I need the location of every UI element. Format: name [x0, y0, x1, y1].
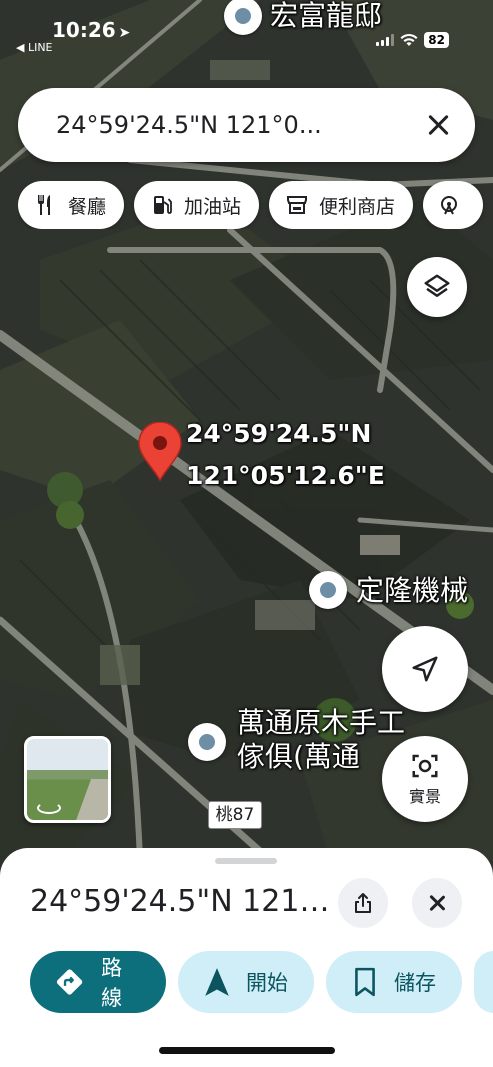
thumbnail-road — [72, 779, 108, 820]
place-label-line: 萬通原木手工 — [237, 706, 406, 739]
share-icon — [355, 893, 371, 913]
place-bottom-sheet[interactable]: 24°59'24.5"N 121°... 路線 開始 儲存 — [0, 848, 493, 1067]
chip-label: 餐廳 — [68, 195, 107, 218]
wifi-icon — [400, 33, 418, 46]
360-rotate-icon — [37, 802, 61, 814]
save-label: 儲存 — [394, 971, 436, 995]
map-layers-button[interactable] — [407, 257, 467, 317]
navigation-arrow-outline-icon — [412, 656, 438, 682]
status-time: 10:26 ➤ — [52, 18, 130, 42]
close-icon — [427, 893, 447, 913]
sheet-drag-handle[interactable] — [215, 858, 277, 864]
pin-coordinates-label: 24°59'24.5"N 121°05'12.6"E — [186, 413, 385, 497]
place-label[interactable]: 萬通原木手工 傢俱(萬通 — [237, 706, 405, 774]
street-view-thumbnail[interactable] — [24, 736, 111, 823]
chip-restaurants[interactable]: 餐廳 — [18, 181, 125, 229]
chip-label: 便利商店 — [319, 195, 396, 218]
location-services-icon: ➤ — [118, 25, 131, 41]
directions-icon — [56, 969, 83, 995]
pin-latitude: 24°59'24.5"N — [186, 419, 372, 448]
dropped-pin-icon[interactable] — [137, 422, 183, 482]
sheet-title: 24°59'24.5"N 121°... — [30, 884, 330, 919]
road-shield: 桃87 — [208, 801, 262, 829]
action-buttons: 路線 開始 儲存 — [30, 951, 493, 1013]
place-label[interactable]: 定隆機械 — [356, 574, 468, 608]
start-button[interactable]: 開始 — [178, 951, 314, 1013]
share-button[interactable] — [338, 878, 388, 928]
chip-more[interactable] — [423, 181, 484, 229]
live-view-button[interactable]: 實景 — [382, 736, 468, 822]
my-location-button[interactable] — [382, 626, 468, 712]
restaurant-icon — [38, 195, 50, 215]
bookmark-icon — [355, 967, 375, 997]
place-label[interactable]: 宏富龍邸 — [270, 0, 382, 33]
store-icon — [287, 196, 308, 214]
back-to-app-link[interactable]: ◀ LINE — [16, 41, 53, 54]
clear-search-button[interactable] — [425, 112, 451, 138]
status-time-text: 10:26 — [52, 18, 116, 42]
home-indicator[interactable] — [159, 1047, 335, 1054]
place-marker[interactable] — [188, 723, 226, 761]
status-indicators: 82 — [376, 32, 449, 48]
pin-longitude: 121°05'12.6"E — [186, 461, 385, 490]
navigation-arrow-icon — [205, 968, 229, 996]
place-marker[interactable] — [309, 571, 347, 609]
search-bar[interactable]: 24°59'24.5"N 121°0... — [18, 88, 475, 162]
attractions-icon — [441, 196, 458, 215]
chip-label: 加油站 — [184, 195, 242, 218]
directions-label: 路線 — [101, 956, 123, 1010]
save-button[interactable]: 儲存 — [326, 951, 462, 1013]
chip-gas-stations[interactable]: 加油站 — [134, 181, 260, 229]
directions-button[interactable]: 路線 — [30, 951, 166, 1013]
battery-indicator: 82 — [424, 32, 449, 48]
gas-station-icon — [154, 196, 172, 214]
more-actions-button[interactable] — [474, 951, 493, 1013]
category-chips: 餐廳 加油站 便利商店 — [18, 181, 493, 229]
camera-scan-icon — [412, 754, 438, 778]
place-label-line: 傢俱(萬通 — [237, 740, 360, 773]
layers-icon — [424, 274, 450, 297]
chip-convenience-stores[interactable]: 便利商店 — [269, 181, 414, 229]
live-view-label: 實景 — [408, 787, 441, 806]
search-input[interactable]: 24°59'24.5"N 121°0... — [56, 111, 425, 139]
cell-signal-icon — [376, 34, 395, 46]
start-label: 開始 — [246, 971, 288, 995]
close-sheet-button[interactable] — [412, 878, 462, 928]
